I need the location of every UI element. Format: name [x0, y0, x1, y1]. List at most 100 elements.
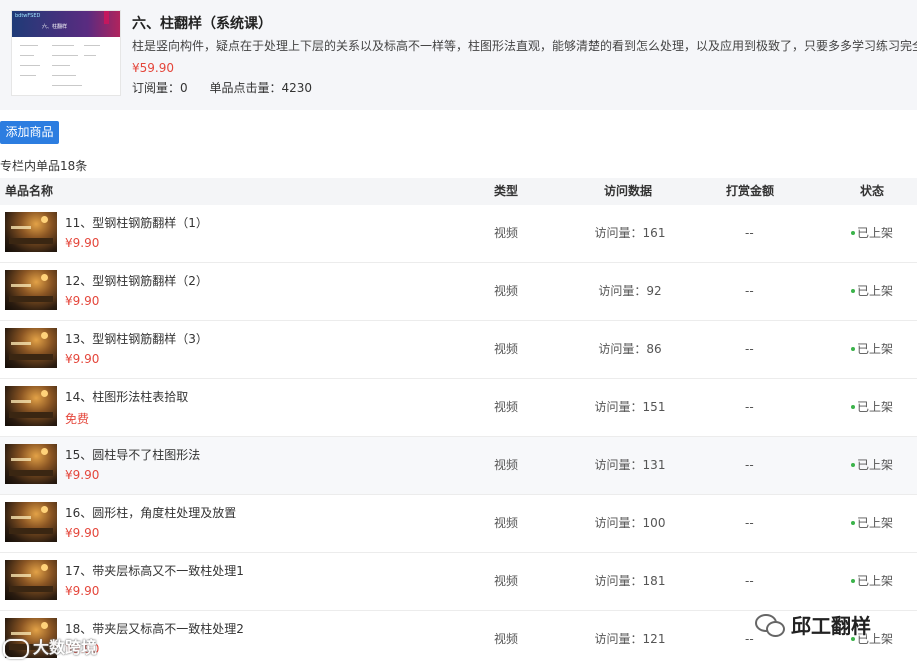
status-dot-icon — [851, 520, 855, 525]
product-price: ¥9.90 — [65, 526, 100, 540]
status-badge: 已上架 — [851, 205, 893, 262]
header-status: 状态 — [860, 184, 885, 198]
cover-title: 六、柱翻样 — [42, 24, 68, 30]
video-thumbnail[interactable] — [5, 386, 57, 426]
cover-logo: bdtwFSED — [15, 13, 41, 19]
video-thumbnail[interactable] — [5, 502, 57, 542]
cover-flag — [104, 11, 109, 24]
header-type: 类型 — [494, 184, 519, 198]
video-thumbnail[interactable] — [5, 270, 57, 310]
watermark-right-text: 邱工翻样 — [791, 614, 871, 638]
visit-count: 访问量：92 — [598, 284, 662, 298]
watermark-left: 大数跨境 — [3, 634, 97, 659]
course-title[interactable]: 六、柱翻样（系统课） — [132, 13, 272, 33]
status-dot-icon — [851, 230, 855, 235]
course-price: ¥59.90 — [132, 61, 174, 75]
tip-amount: -- — [745, 342, 754, 356]
tip-amount: -- — [745, 632, 754, 646]
table-row[interactable]: 12、型钢柱钢筋翻样（2） ¥9.90 视频 访问量：92 -- 已上架 — [0, 263, 917, 321]
video-thumbnail[interactable] — [5, 444, 57, 484]
visit-count: 访问量：181 — [594, 574, 666, 588]
product-table: 单品名称 类型 访问数据 打赏金额 状态 11、型钢柱钢筋翻样（1） ¥9.90… — [0, 178, 917, 664]
item-count-label: 专栏内单品18条 — [0, 159, 88, 173]
status-badge: 已上架 — [851, 495, 893, 552]
status-badge: 已上架 — [851, 321, 893, 378]
product-price: ¥9.90 — [65, 236, 100, 250]
table-row[interactable]: 11、型钢柱钢筋翻样（1） ¥9.90 视频 访问量：161 -- 已上架 — [0, 205, 917, 263]
product-type: 视频 — [494, 632, 519, 646]
status-dot-icon — [851, 346, 855, 351]
header-name: 单品名称 — [5, 184, 54, 198]
visit-count: 访问量：100 — [594, 516, 666, 530]
status-dot-icon — [851, 578, 855, 583]
status-label: 已上架 — [857, 226, 894, 240]
tip-amount: -- — [745, 284, 754, 298]
subscription-count: 订阅量：0 — [132, 81, 188, 95]
video-thumbnail[interactable] — [5, 560, 57, 600]
cover-line — [52, 45, 74, 46]
course-card: bdtwFSED 六、柱翻样 六、柱翻样（系统课） 柱是竖向构件，疑点在于处理上… — [0, 0, 917, 110]
header-tips: 打赏金额 — [726, 184, 775, 198]
table-row[interactable]: 15、圆柱导不了柱图形法 ¥9.90 视频 访问量：131 -- 已上架 — [0, 437, 917, 495]
cover-line — [52, 65, 70, 66]
status-badge: 已上架 — [851, 553, 893, 610]
cover-line — [20, 65, 40, 66]
product-name[interactable]: 14、柱图形法柱表拾取 — [65, 388, 188, 405]
cover-line — [20, 45, 38, 46]
product-type: 视频 — [494, 400, 519, 414]
click-count: 单品点击量：4230 — [209, 81, 313, 95]
page: bdtwFSED 六、柱翻样 六、柱翻样（系统课） 柱是竖向构件，疑点在于处理上… — [0, 0, 917, 664]
status-label: 已上架 — [857, 574, 894, 588]
course-description: 柱是竖向构件，疑点在于处理上下层的关系以及标高不一样等，柱图形法直观，能够清楚的… — [132, 39, 917, 53]
product-name[interactable]: 17、带夹层标高又不一致柱处理1 — [65, 562, 244, 579]
product-type: 视频 — [494, 226, 519, 240]
cover-line — [20, 75, 36, 76]
tip-amount: -- — [745, 516, 754, 530]
tip-amount: -- — [745, 400, 754, 414]
status-badge: 已上架 — [851, 263, 893, 320]
status-dot-icon — [851, 404, 855, 409]
video-thumbnail[interactable] — [5, 212, 57, 252]
table-row[interactable]: 13、型钢柱钢筋翻样（3） ¥9.90 视频 访问量：86 -- 已上架 — [0, 321, 917, 379]
visit-count: 访问量：86 — [598, 342, 662, 356]
product-price: ¥9.90 — [65, 584, 100, 598]
course-cover-image: bdtwFSED 六、柱翻样 — [11, 10, 121, 96]
status-label: 已上架 — [857, 342, 894, 356]
status-label: 已上架 — [857, 516, 894, 530]
cover-line — [52, 85, 82, 86]
status-label: 已上架 — [857, 458, 894, 472]
table-row[interactable]: 17、带夹层标高又不一致柱处理1 ¥9.90 视频 访问量：181 -- 已上架 — [0, 553, 917, 611]
product-name[interactable]: 12、型钢柱钢筋翻样（2） — [65, 272, 208, 289]
wechat-icon — [755, 613, 785, 637]
header-visits: 访问数据 — [604, 184, 653, 198]
product-price: 免费 — [65, 412, 90, 426]
status-dot-icon — [851, 288, 855, 293]
table-row[interactable]: 14、柱图形法柱表拾取 免费 视频 访问量：151 -- 已上架 — [0, 379, 917, 437]
tip-amount: -- — [745, 458, 754, 472]
cover-line — [20, 55, 34, 56]
status-badge: 已上架 — [851, 379, 893, 436]
course-stats: 订阅量：0 单品点击量：4230 — [132, 79, 330, 96]
product-type: 视频 — [494, 284, 519, 298]
tip-amount: -- — [745, 574, 754, 588]
cover-line — [84, 45, 100, 46]
status-label: 已上架 — [857, 284, 894, 298]
status-badge: 已上架 — [851, 437, 893, 494]
visit-count: 访问量：161 — [594, 226, 666, 240]
product-name[interactable]: 16、圆形柱，角度柱处理及放置 — [65, 504, 236, 521]
tip-amount: -- — [745, 226, 754, 240]
add-product-button[interactable]: 添加商品 — [0, 121, 59, 144]
visit-count: 访问量：131 — [594, 458, 666, 472]
product-name[interactable]: 15、圆柱导不了柱图形法 — [65, 446, 200, 463]
product-price: ¥9.90 — [65, 352, 100, 366]
watermark-logo-icon — [3, 638, 29, 659]
product-type: 视频 — [494, 574, 519, 588]
table-header: 单品名称 类型 访问数据 打赏金额 状态 — [0, 178, 917, 205]
product-name[interactable]: 13、型钢柱钢筋翻样（3） — [65, 330, 208, 347]
table-row[interactable]: 16、圆形柱，角度柱处理及放置 ¥9.90 视频 访问量：100 -- 已上架 — [0, 495, 917, 553]
cover-line — [52, 55, 78, 56]
status-label: 已上架 — [857, 400, 894, 414]
video-thumbnail[interactable] — [5, 328, 57, 368]
product-name[interactable]: 11、型钢柱钢筋翻样（1） — [65, 214, 208, 231]
status-dot-icon — [851, 462, 855, 467]
